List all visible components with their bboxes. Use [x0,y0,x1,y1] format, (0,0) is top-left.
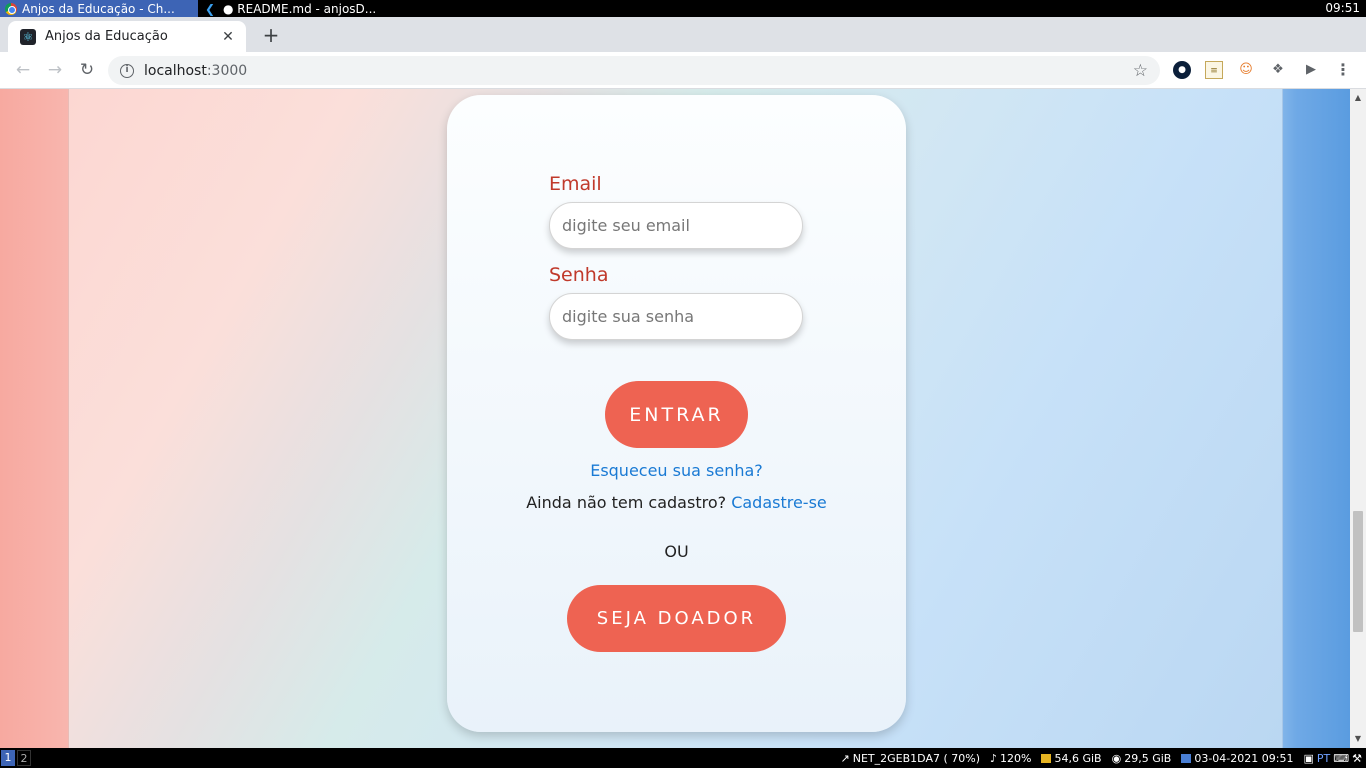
page-viewport: Email Senha ENTRAR Esqueceu sua senha? A… [0,89,1350,748]
taskbar-item-label: ● README.md - anjosD... [223,1,377,16]
keyboard-icon: ⌨ [1333,751,1350,765]
workspace-2[interactable]: 2 [17,750,31,766]
scrollbar-thumb[interactable] [1353,511,1363,632]
tab-title: Anjos da Educação [45,29,168,44]
back-arrow-icon[interactable]: ← [11,59,35,81]
extensions-puzzle-icon[interactable]: ❖ [1269,61,1287,79]
folder-icon [1041,753,1052,763]
forgot-password-link[interactable]: Esqueceu sua senha? [590,461,763,480]
wifi-icon: ↗ [840,751,850,765]
speaker-icon: ♪ [990,751,998,765]
signup-row: Ainda não tem cadastro? Cadastre-se [447,493,906,512]
os-bottom-panel: 1 2 ↗ NET_2GEB1DA7 ( 70%) ♪ 120% 54,6 GiB … [0,748,1366,768]
taskbar-item-vscode[interactable]: ❮ ● README.md - anjosD... [200,0,400,17]
become-donor-button[interactable]: SEJA DOADOR [567,585,786,652]
network-status[interactable]: ↗ NET_2GEB1DA7 ( 70%) [841,752,980,765]
extension-face-icon[interactable]: ☺ [1237,61,1255,79]
reload-icon[interactable]: ↻ [75,59,99,81]
page-scrollbar[interactable]: ▲ ▼ [1350,89,1366,748]
email-label: Email [549,173,602,195]
tools-icon: ⚒ [1352,751,1362,765]
browser-tab[interactable]: ⚛ Anjos da Educação ✕ [8,21,246,52]
disk2-label: 29,5 GiB [1124,751,1172,765]
volume-status[interactable]: ♪ 120% [990,752,1031,765]
password-label: Senha [549,264,609,286]
url-port: :3000 [206,62,248,79]
page-content: Email Senha ENTRAR Esqueceu sua senha? A… [68,89,1283,748]
workspace-1[interactable]: 1 [1,750,15,766]
signup-link[interactable]: Cadastre-se [731,493,827,512]
url-host: localhost [144,62,207,79]
datetime-label: 03-04-2021 09:51 [1194,751,1294,765]
network-label: NET_2GEB1DA7 ( 70%) [852,751,980,765]
extension-cast-icon[interactable]: ▶ [1302,61,1320,79]
vscode-icon: ❮ [205,1,216,16]
react-favicon-icon: ⚛ [20,28,36,45]
chrome-icon [5,2,17,15]
browser-tabstrip: ⚛ Anjos da Educação ✕ + [0,17,1366,52]
forward-arrow-icon[interactable]: → [43,59,67,81]
login-button[interactable]: ENTRAR [605,381,748,448]
menu-kebab-icon[interactable]: ⋮ [1334,61,1352,79]
forgot-password-row: Esqueceu sua senha? [447,461,906,480]
taskbar-item-chrome[interactable]: Anjos da Educação - Ch... [0,0,198,17]
disk-status-home: 54,6 GiB [1041,751,1102,765]
taskbar-item-label: Anjos da Educação - Ch... [22,1,175,16]
address-bar[interactable]: i localhost:3000 ☆ [108,56,1160,85]
scroll-up-arrow-icon[interactable]: ▲ [1350,91,1366,105]
extension-notes-icon[interactable]: ≡ [1205,61,1223,79]
os-clock: 09:51 [1325,1,1360,15]
disk1-label: 54,6 GiB [1054,751,1102,765]
bookmark-star-icon[interactable]: ☆ [1133,61,1148,81]
email-field[interactable] [549,202,803,249]
volume-label: 120% [1000,751,1032,765]
calendar-icon [1181,753,1192,763]
tray-icons[interactable]: ▣ PT ⌨ ⚒ [1303,752,1362,765]
signup-prompt: Ainda não tem cadastro? [526,493,732,512]
system-tray: ↗ NET_2GEB1DA7 ( 70%) ♪ 120% 54,6 GiB ◉ 29,… [841,748,1362,768]
or-divider-text: OU [664,542,689,561]
disk-icon: ◉ [1111,751,1122,765]
login-card: Email Senha ENTRAR Esqueceu sua senha? A… [447,95,906,732]
extension-dark-icon[interactable]: ● [1173,61,1191,79]
disk-status-root: ◉ 29,5 GiB [1112,752,1172,765]
browser-toolbar: ← → ↻ i localhost:3000 ☆ ● ≡ ☺ ❖ ▶ ⋮ [0,52,1366,89]
language-label: PT [1316,751,1331,765]
close-tab-icon[interactable]: ✕ [220,29,236,45]
url-text: localhost:3000 [144,63,1133,79]
password-field[interactable] [549,293,803,340]
os-top-panel: Anjos da Educação - Ch... ❮ ● README.md … [0,0,1366,17]
datetime-status[interactable]: 03-04-2021 09:51 [1181,752,1293,765]
window-icon: ▣ [1303,751,1314,765]
new-tab-button[interactable]: + [260,25,282,47]
site-info-icon[interactable]: i [120,63,134,78]
scroll-down-arrow-icon[interactable]: ▼ [1350,732,1366,746]
